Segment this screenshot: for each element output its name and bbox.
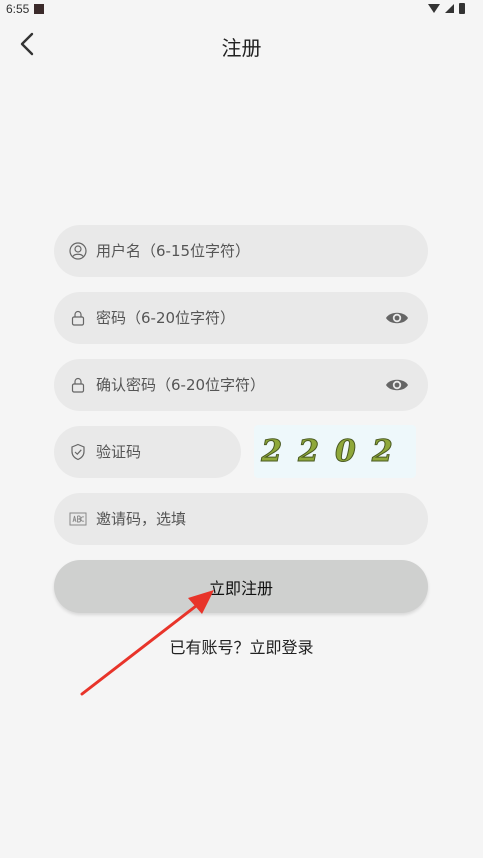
lock-icon (71, 377, 85, 393)
top-bar: 注册 (0, 24, 483, 68)
username-field[interactable] (54, 225, 428, 277)
shield-icon (71, 443, 85, 461)
abc-icon (69, 512, 87, 526)
username-input[interactable] (94, 241, 410, 261)
login-link[interactable]: 已有账号？立即登录 (0, 634, 483, 658)
battery-icon (459, 3, 465, 14)
page-title: 注册 (221, 36, 262, 60)
lock-icon (71, 310, 85, 326)
eye-icon[interactable] (384, 308, 410, 328)
wifi-icon (428, 4, 440, 13)
signal-icon (445, 4, 454, 13)
confirm-password-input[interactable] (94, 375, 384, 395)
captcha-input[interactable] (94, 442, 223, 462)
invite-code-input[interactable] (94, 509, 410, 529)
captcha-code: 2202 (261, 434, 409, 470)
password-field[interactable] (54, 292, 428, 344)
user-icon (69, 242, 87, 260)
password-input[interactable] (94, 308, 384, 328)
captcha-field[interactable] (54, 426, 241, 478)
captcha-image[interactable]: 2202 (254, 425, 416, 478)
app-notification-icon (34, 4, 44, 14)
confirm-password-field[interactable] (54, 359, 428, 411)
register-button[interactable]: 立即注册 (54, 560, 428, 613)
status-bar: 6:55 (0, 0, 483, 20)
status-time: 6:55 (6, 2, 30, 16)
eye-icon[interactable] (384, 375, 410, 395)
invite-code-field[interactable] (54, 493, 428, 545)
status-indicators (428, 3, 465, 14)
